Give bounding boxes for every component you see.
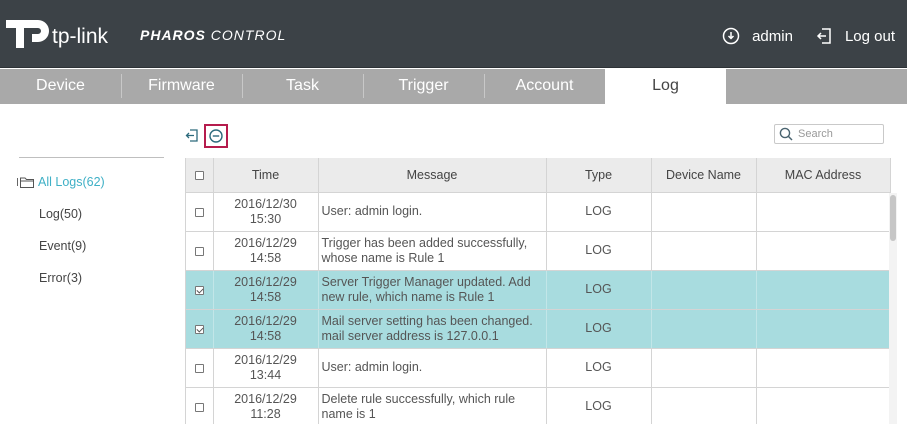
column-header-time[interactable]: Time	[213, 158, 319, 193]
time-cell: 2016/12/29 13:44	[213, 348, 319, 388]
sidebar-item-label: All Logs(62)	[38, 175, 105, 189]
delete-button[interactable]	[204, 124, 228, 148]
sidebar-item-all-logs[interactable]: All Logs(62)	[17, 175, 105, 189]
row-checkbox[interactable]	[194, 207, 204, 217]
mac-address-cell	[756, 387, 891, 424]
row-checkbox-checked[interactable]	[194, 324, 204, 334]
time-cell: 2016/12/29 14:58	[213, 231, 319, 271]
main-tabs: Device Firmware Task Trigger Account Log	[0, 69, 907, 104]
table-row-selected[interactable]: 2016/12/29 14:58 Mail server setting has …	[186, 309, 891, 349]
log-table: Time Message Type Device Name MAC Addres…	[186, 158, 891, 424]
row-checkbox-checked[interactable]	[194, 285, 204, 295]
message-cell: User: admin login.	[318, 192, 547, 232]
user-circle-icon	[722, 27, 740, 45]
type-cell: LOG	[546, 231, 652, 271]
row-checkbox-cell	[186, 231, 214, 271]
logout-label: Log out	[844, 27, 895, 45]
tab-log[interactable]: Log	[605, 69, 726, 104]
mac-address-cell	[756, 270, 891, 310]
message-cell: User: admin login.	[318, 348, 547, 388]
message-cell: Delete rule successfully, which rule nam…	[318, 387, 547, 424]
app-header: tp-link PHAROS CONTROL admin Log out	[0, 0, 907, 68]
row-checkbox[interactable]	[194, 402, 204, 412]
tab-task[interactable]: Task	[242, 69, 363, 104]
user-name: admin	[752, 27, 793, 45]
tab-account[interactable]: Account	[484, 69, 605, 104]
table-row-selected[interactable]: 2016/12/29 14:58 Server Trigger Manager u…	[186, 270, 891, 310]
sidebar-divider	[19, 157, 164, 158]
table-scrollbar[interactable]	[889, 193, 897, 424]
log-table-container: Time Message Type Device Name MAC Addres…	[185, 158, 897, 424]
scrollbar-thumb[interactable]	[890, 195, 896, 241]
device-name-cell	[651, 387, 757, 424]
sidebar-item-error[interactable]: Error(3)	[39, 271, 82, 285]
select-all-checkbox[interactable]	[194, 170, 204, 180]
column-header-device-name[interactable]: Device Name	[651, 158, 757, 193]
time-cell: 2016/12/30 15:30	[213, 192, 319, 232]
message-cell: Trigger has been added successfully, who…	[318, 231, 547, 271]
message-cell: Mail server setting has been changed. ma…	[318, 309, 547, 349]
row-checkbox-cell	[186, 348, 214, 388]
row-checkbox-cell	[186, 309, 214, 349]
table-header-row: Time Message Type Device Name MAC Addres…	[186, 158, 891, 193]
logout-icon	[816, 28, 831, 44]
type-cell: LOG	[546, 192, 652, 232]
search-icon	[779, 127, 793, 141]
column-header-message[interactable]: Message	[318, 158, 547, 193]
select-all-cell	[186, 158, 214, 193]
row-checkbox-cell	[186, 192, 214, 232]
search-input[interactable]	[798, 128, 878, 140]
row-checkbox-cell	[186, 270, 214, 310]
column-header-type[interactable]: Type	[546, 158, 652, 193]
device-name-cell	[651, 270, 757, 310]
time-cell: 2016/12/29 14:58	[213, 270, 319, 310]
tab-firmware[interactable]: Firmware	[121, 69, 242, 104]
column-header-mac-address[interactable]: MAC Address	[756, 158, 891, 193]
table-row[interactable]: 2016/12/29 11:28 Delete rule successfully…	[186, 387, 891, 424]
time-cell: 2016/12/29 11:28	[213, 387, 319, 424]
tab-device[interactable]: Device	[0, 69, 121, 104]
mac-address-cell	[756, 309, 891, 349]
row-checkbox[interactable]	[194, 363, 204, 373]
type-cell: LOG	[546, 348, 652, 388]
table-row[interactable]: 2016/12/29 14:58 Trigger has been added s…	[186, 231, 891, 271]
device-name-cell	[651, 309, 757, 349]
device-name-cell	[651, 231, 757, 271]
message-cell: Server Trigger Manager updated. Add new …	[318, 270, 547, 310]
row-checkbox-cell	[186, 387, 214, 424]
search-box[interactable]	[774, 124, 884, 144]
row-checkbox[interactable]	[194, 246, 204, 256]
export-icon[interactable]	[185, 129, 198, 142]
tab-trigger[interactable]: Trigger	[363, 69, 484, 104]
device-name-cell	[651, 192, 757, 232]
logout-button[interactable]: Log out	[815, 27, 895, 45]
mac-address-cell	[756, 348, 891, 388]
type-cell: LOG	[546, 270, 652, 310]
mac-address-cell	[756, 231, 891, 271]
type-cell: LOG	[546, 387, 652, 424]
tp-link-logo: tp-link	[6, 20, 109, 48]
sidebar-item-log[interactable]: Log(50)	[39, 207, 82, 221]
table-row[interactable]: 2016/12/29 13:44 User: admin login. LOG	[186, 348, 891, 388]
delete-circle-icon	[209, 129, 223, 143]
user-menu[interactable]: admin	[722, 27, 793, 45]
device-name-cell	[651, 348, 757, 388]
table-row[interactable]: 2016/12/30 15:30 User: admin login. LOG	[186, 192, 891, 232]
sidebar-item-event[interactable]: Event(9)	[39, 239, 86, 253]
tree-branch-mark	[17, 178, 18, 186]
product-name: PHAROS CONTROL	[140, 27, 287, 43]
time-cell: 2016/12/29 14:58	[213, 309, 319, 349]
folder-icon	[20, 177, 34, 188]
type-cell: LOG	[546, 309, 652, 349]
svg-text:tp-link: tp-link	[52, 25, 109, 48]
mac-address-cell	[756, 192, 891, 232]
